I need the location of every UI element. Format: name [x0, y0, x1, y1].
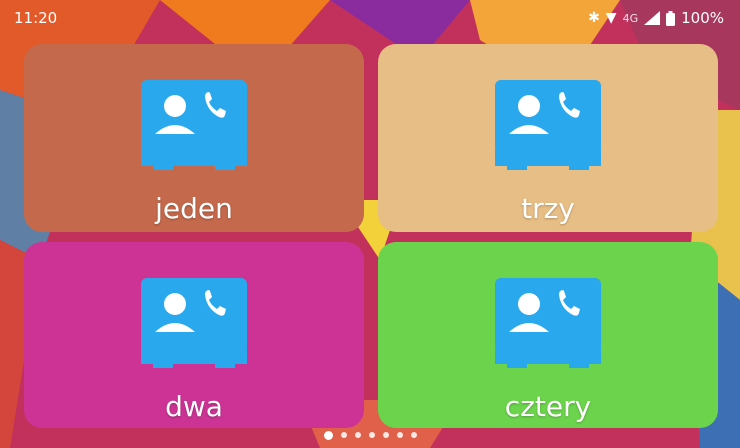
tile-label: dwa [165, 390, 223, 423]
page-dot[interactable] [368, 432, 375, 438]
page-dot[interactable] [354, 432, 361, 438]
network-type: 4G [622, 11, 639, 25]
page-dot[interactable] [396, 432, 403, 438]
tile-cztery[interactable]: cztery [378, 242, 718, 428]
tile-dwa[interactable]: dwa [24, 242, 364, 428]
wifi-icon: ▼ [605, 10, 617, 26]
bluetooth-icon: ✱ [588, 10, 600, 26]
signal-icon [644, 11, 661, 25]
page-indicator[interactable] [0, 431, 740, 440]
battery-icon [666, 10, 676, 26]
tile-trzy[interactable]: trzy [378, 44, 718, 232]
page-dot[interactable] [323, 431, 333, 440]
contact-phone-icon [141, 278, 247, 368]
page-dot[interactable] [340, 432, 347, 438]
status-icons: ✱ ▼ 4G 100% [588, 9, 724, 27]
page-dot[interactable] [410, 432, 417, 438]
contact-phone-icon [141, 80, 247, 170]
contact-phone-icon [495, 80, 601, 170]
page-dot[interactable] [382, 432, 389, 438]
contact-phone-icon [495, 278, 601, 368]
tile-label: trzy [521, 192, 575, 225]
tile-jeden[interactable]: jeden [24, 44, 364, 232]
tile-label: cztery [504, 390, 592, 423]
tile-label: jeden [155, 192, 233, 225]
clock: 11:20 [14, 9, 58, 27]
battery-level: 100% [681, 9, 724, 27]
status-bar: 11:20 ✱ ▼ 4G 100% [0, 0, 740, 36]
